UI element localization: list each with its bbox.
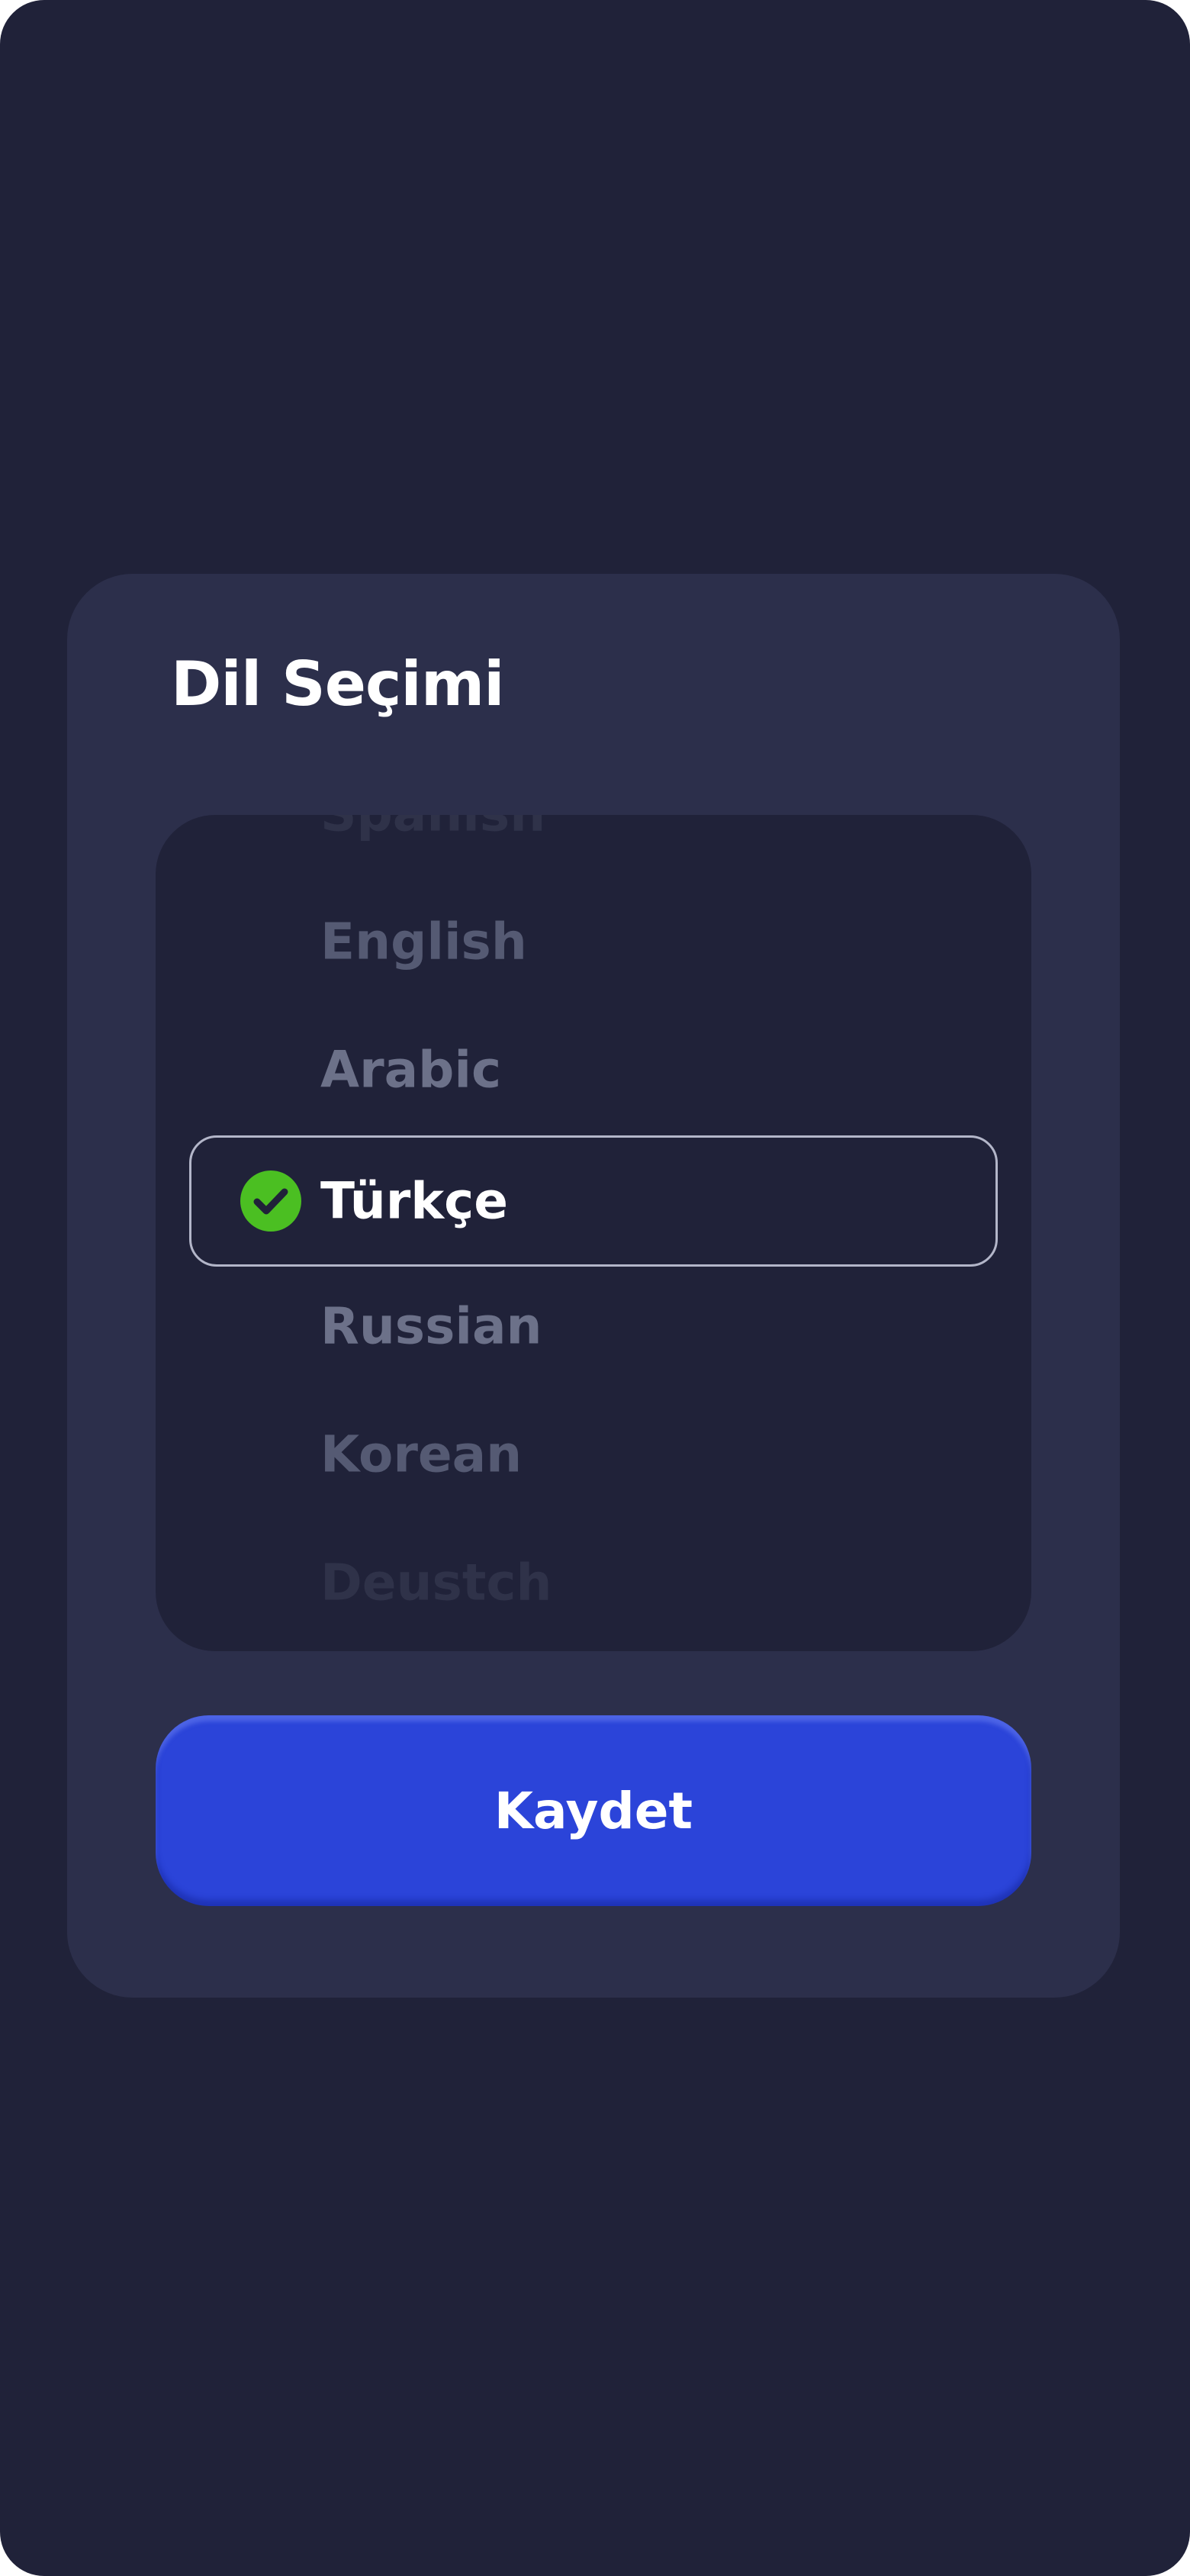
dialog-title: Dil Seçimi <box>171 649 505 720</box>
language-option-korean[interactable]: Korean <box>156 1390 1031 1518</box>
language-option-label: Russian <box>320 1296 542 1356</box>
language-option-russian[interactable]: Russian <box>156 1262 1031 1390</box>
language-option-label: Korean <box>320 1425 523 1484</box>
language-option-arabic[interactable]: Arabic <box>156 1006 1031 1134</box>
language-option-deustch[interactable]: Deustch <box>156 1518 1031 1647</box>
language-option-label: Arabic <box>320 1040 502 1100</box>
app-screen: Dil Seçimi Spanish English Arabic Türkçe <box>0 0 1190 2576</box>
language-picker[interactable]: Spanish English Arabic Türkçe Russian <box>156 815 1031 1651</box>
check-circle-icon <box>240 1170 301 1232</box>
language-option-label: English <box>320 912 527 971</box>
language-option-english[interactable]: English <box>156 877 1031 1006</box>
save-button[interactable]: Kaydet <box>156 1715 1031 1906</box>
language-option-label: Spanish <box>320 815 545 843</box>
language-dialog: Dil Seçimi Spanish English Arabic Türkçe <box>67 574 1120 1998</box>
language-option-label: Türkçe <box>320 1171 509 1231</box>
language-option-turkce[interactable]: Türkçe <box>189 1135 998 1267</box>
language-option-label: Deustch <box>320 1553 552 1612</box>
language-option-spanish[interactable]: Spanish <box>156 815 1031 877</box>
